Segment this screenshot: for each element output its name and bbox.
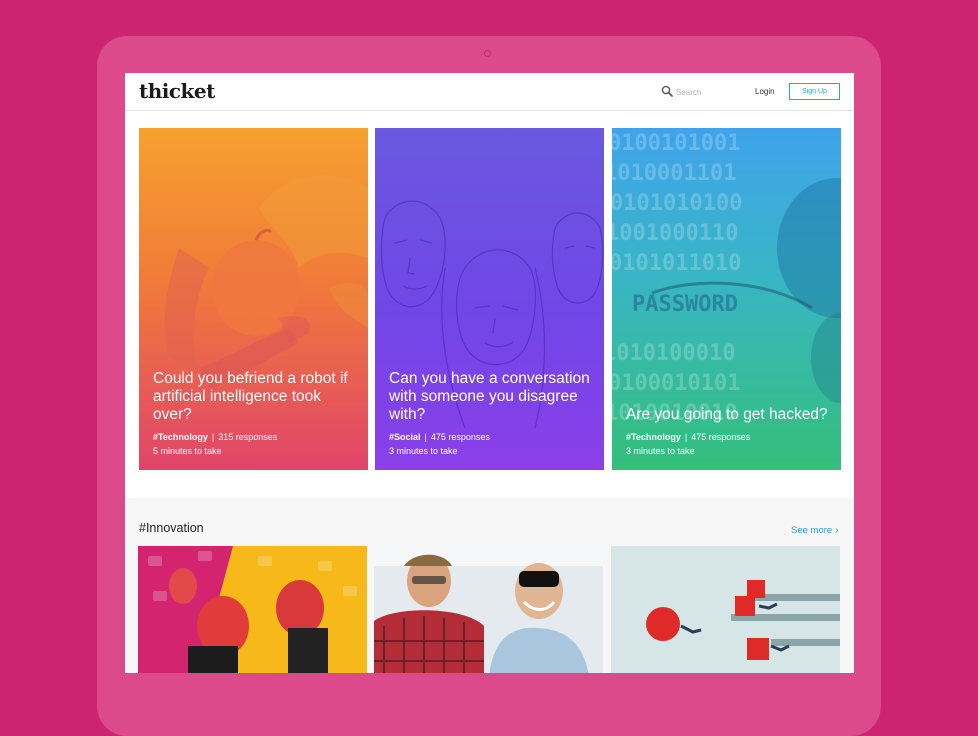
login-link[interactable]: Login [755,87,775,96]
app-screen: thicket Login Sign Up Could you befriend… [125,73,854,673]
card-title: Are you going to get hacked? [626,406,828,423]
card-content: Can you have a conversation with someone… [389,370,594,458]
svg-text:1010001101: 1010001101 [612,161,736,186]
thumbnail-vr[interactable] [374,546,603,673]
survey-card-robot[interactable]: Could you befriend a robot if artificial… [139,128,368,470]
top-navbar: thicket Login Sign Up [125,73,854,111]
svg-text:0100010101: 0100010101 [612,371,740,396]
card-responses: 315 responses [218,432,278,442]
camera-dot [484,50,491,57]
signup-button[interactable]: Sign Up [789,83,840,100]
svg-text:0101010100: 0101010100 [612,191,742,216]
card-content: Could you befriend a robot if artificial… [153,370,358,458]
thumbnail-push-boulder[interactable] [611,546,840,673]
card-meta: #Technology | 315 responses [153,430,358,444]
svg-text:1001000110: 1001000110 [612,221,738,246]
card-tag[interactable]: #Social [389,432,421,442]
card-title: Could you befriend a robot if artificial… [153,370,348,423]
card-meta: #Social | 475 responses [389,430,594,444]
logo[interactable]: thicket [139,79,215,103]
card-responses: 475 responses [691,432,751,442]
vr-headset-image [374,546,603,673]
search-input[interactable] [676,85,746,99]
meta-separator: | [424,432,427,442]
boxing-gloves-image [138,546,367,673]
see-more-link[interactable]: See more › [791,525,839,536]
svg-text:1010100010: 1010100010 [612,341,735,366]
meta-separator: | [684,432,688,442]
meta-separator: | [211,432,215,442]
card-tag[interactable]: #Technology [153,432,208,442]
survey-card-conversation[interactable]: Can you have a conversation with someone… [375,128,604,470]
card-responses: 475 responses [430,432,490,442]
card-meta: #Technology | 475 responses [626,430,831,444]
see-more-label: See more [791,525,833,536]
card-time: 3 minutes to take [389,446,458,456]
thumbnail-boxing[interactable] [138,546,367,673]
svg-text:0100101001: 0100101001 [612,131,740,156]
card-title: Can you have a conversation with someone… [389,370,590,423]
push-blocks-image [611,546,840,673]
card-content: Are you going to get hacked? #Technology… [626,406,831,458]
password-image-text: PASSWORD [632,292,738,317]
card-time: 3 minutes to take [626,446,695,456]
survey-card-hacked[interactable]: 0100101001 1010001101 0101010100 1001000… [612,128,841,470]
card-time: 5 minutes to take [153,446,222,456]
svg-text:0101011010: 0101011010 [612,251,741,276]
search-icon[interactable] [661,85,673,97]
card-tag[interactable]: #Technology [626,432,681,442]
chevron-right-icon: › [835,525,839,536]
section-title: #Innovation [139,521,204,535]
innovation-section: #Innovation See more › [125,498,854,673]
